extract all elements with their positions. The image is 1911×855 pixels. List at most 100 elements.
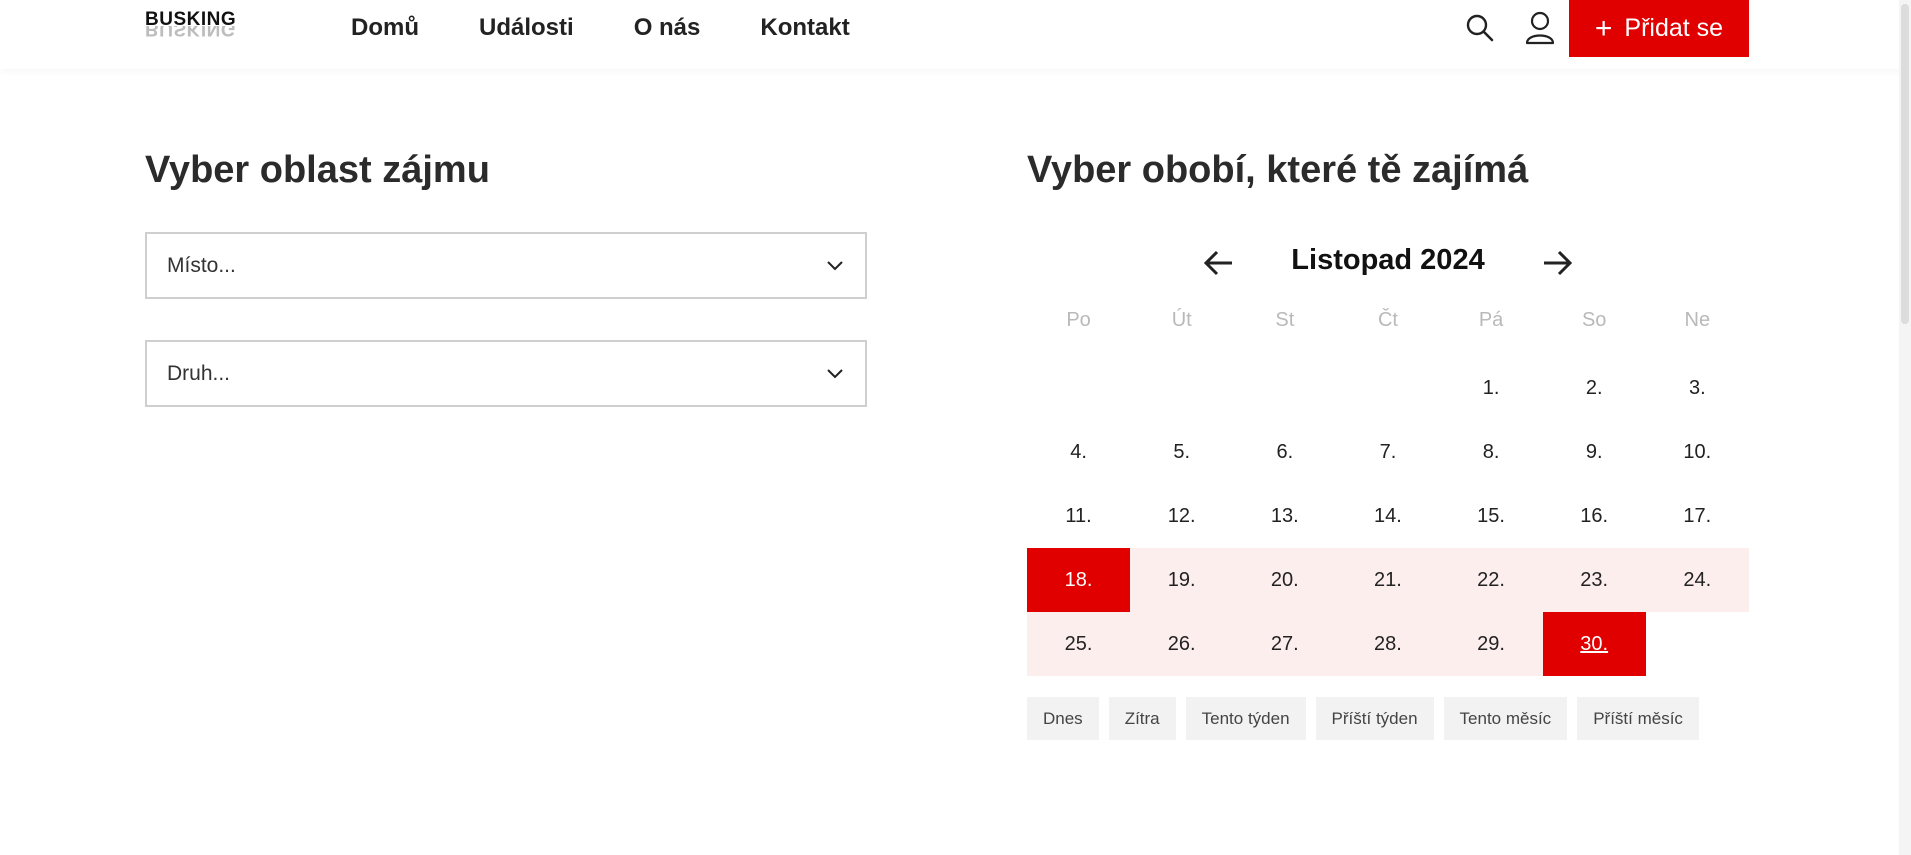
calendar-day[interactable]: 2.: [1543, 356, 1646, 420]
calendar-day[interactable]: 15.: [1440, 484, 1543, 548]
scrollbar[interactable]: [1899, 0, 1911, 855]
calendar-day-label: 8.: [1482, 440, 1500, 463]
weekday-label: Čt: [1377, 309, 1398, 331]
calendar-day-label: 18.: [1064, 568, 1093, 591]
user-icon[interactable]: [1524, 11, 1556, 45]
calendar-day-label: 16.: [1580, 504, 1609, 527]
calendar-day[interactable]: 17.: [1646, 484, 1749, 548]
calendar-week-row: 18. 19. 20. 21. 22. 23. 24.: [1027, 548, 1749, 612]
calendar-day-label: 15.: [1477, 504, 1505, 527]
calendar-month: Listopad 2024: [1291, 244, 1485, 276]
chip-next-month[interactable]: Příští měsíc: [1577, 697, 1699, 740]
calendar-day[interactable]: 1.: [1440, 356, 1543, 420]
calendar-empty-cell: [1336, 356, 1439, 420]
calendar-day-label: 4.: [1070, 440, 1087, 463]
calendar-day[interactable]: 8.: [1440, 420, 1543, 484]
calendar-day[interactable]: 4.: [1027, 420, 1130, 484]
calendar-day[interactable]: 30.: [1542, 612, 1646, 676]
plus-icon: +: [1594, 11, 1613, 45]
nav-item-contact[interactable]: Kontakt: [760, 12, 849, 44]
search-icon[interactable]: [1465, 13, 1495, 43]
site-header: BUSKING BUSKING Domů Události O nás Kont…: [0, 0, 1911, 69]
type-select-value: Druh...: [167, 361, 231, 385]
calendar-day[interactable]: 26.: [1130, 612, 1234, 676]
calendar-day[interactable]: 16.: [1543, 484, 1646, 548]
calendar-day[interactable]: 13.: [1233, 484, 1336, 548]
calendar-title: Vyber obobí, které tě zajímá: [1027, 149, 1529, 191]
calendar-day[interactable]: 28.: [1336, 612, 1440, 676]
calendar-day[interactable]: 11.: [1027, 484, 1130, 548]
calendar-day-label: 3.: [1688, 376, 1706, 399]
main-nav: Domů Události O nás Kontakt: [351, 12, 910, 44]
calendar-day-label: 13.: [1270, 504, 1299, 527]
calendar-day[interactable]: 14.: [1336, 484, 1439, 548]
join-button[interactable]: + Přidat se: [1569, 0, 1749, 57]
calendar-day-label: 7.: [1379, 440, 1397, 463]
calendar-day-label: 5.: [1173, 440, 1191, 463]
chip-this-month[interactable]: Tento měsíc: [1443, 697, 1568, 740]
calendar-day[interactable]: 12.: [1130, 484, 1233, 548]
calendar-day-label: 28.: [1374, 632, 1402, 655]
calendar-day[interactable]: 7.: [1336, 420, 1439, 484]
calendar-week-row: 11. 12. 13. 14. 15. 16. 17.: [1027, 484, 1749, 548]
arrow-right-icon[interactable]: [1540, 246, 1574, 280]
calendar-day-label: 23.: [1580, 568, 1609, 591]
chip-tomorrow[interactable]: Zítra: [1108, 697, 1176, 740]
calendar-day[interactable]: 25.: [1027, 612, 1131, 676]
logo-reflection: BUSKING: [145, 26, 237, 38]
weekday-label: Po: [1066, 309, 1091, 331]
calendar-day-label: 17.: [1683, 504, 1712, 527]
calendar-day[interactable]: 22.: [1439, 548, 1543, 612]
weekday-label: So: [1581, 309, 1607, 331]
arrow-left-icon[interactable]: [1202, 246, 1236, 280]
calendar-day-label: 9.: [1585, 440, 1603, 463]
calendar-day[interactable]: 27.: [1233, 612, 1337, 676]
nav-item-home[interactable]: Domů: [351, 12, 419, 44]
calendar-day-label: 29.: [1477, 632, 1505, 655]
calendar-empty-cell: [1130, 356, 1233, 420]
calendar-day[interactable]: 23.: [1542, 548, 1646, 612]
calendar-day-label: 26.: [1167, 632, 1196, 655]
calendar-day[interactable]: 18.: [1027, 548, 1131, 612]
calendar-day-label: 30.: [1580, 632, 1609, 655]
calendar-day-label: 10.: [1683, 440, 1712, 463]
scrollbar-thumb[interactable]: [1901, 4, 1909, 324]
calendar-day-label: 12.: [1167, 504, 1196, 527]
calendar-day[interactable]: 24.: [1645, 548, 1749, 612]
calendar-empty-cell: [1027, 356, 1130, 420]
logo[interactable]: BUSKING BUSKING: [145, 10, 245, 46]
calendar-grid: 1. 2. 3. 4. 5. 6. 7. 8. 9. 10. 11. 12. 13. 14. 15. 16. 1…: [1027, 356, 1749, 676]
calendar-day[interactable]: 3.: [1646, 356, 1749, 420]
calendar-weekdays: Po Út St Čt Pá So Ne: [1027, 309, 1749, 332]
calendar-week-row: 25. 26. 27. 28. 29. 30.: [1027, 612, 1749, 676]
calendar-day[interactable]: 5.: [1130, 420, 1233, 484]
calendar-day[interactable]: 19.: [1130, 548, 1234, 612]
calendar-day[interactable]: 10.: [1646, 420, 1749, 484]
calendar-day[interactable]: 6.: [1233, 420, 1336, 484]
chip-today[interactable]: Dnes: [1027, 697, 1099, 740]
place-select[interactable]: Místo...: [145, 232, 867, 299]
type-select[interactable]: Druh...: [145, 340, 867, 407]
calendar-day-label: 6.: [1276, 440, 1294, 463]
calendar-header: Listopad 2024: [1027, 240, 1749, 286]
chip-next-week[interactable]: Příští týden: [1315, 697, 1434, 740]
calendar-day-label: 20.: [1270, 568, 1299, 591]
calendar-day[interactable]: 9.: [1543, 420, 1646, 484]
nav-item-events[interactable]: Události: [479, 12, 574, 44]
calendar-day-label: 19.: [1167, 568, 1196, 591]
weekday-label: Út: [1171, 309, 1192, 331]
filters-title: Vyber oblast zájmu: [145, 149, 490, 191]
nav-item-about[interactable]: O nás: [634, 12, 701, 44]
join-button-label: Přidat se: [1624, 14, 1724, 42]
calendar-day-label: 27.: [1270, 632, 1299, 655]
calendar-day[interactable]: 29.: [1439, 612, 1543, 676]
chip-this-week[interactable]: Tento týden: [1185, 697, 1306, 740]
weekday-label: Pá: [1478, 309, 1504, 331]
calendar-day[interactable]: 20.: [1233, 548, 1337, 612]
calendar-day[interactable]: 21.: [1336, 548, 1440, 612]
weekday-label: Ne: [1684, 309, 1711, 331]
calendar-day-label: 2.: [1585, 376, 1603, 399]
calendar-empty-cell: [1233, 356, 1336, 420]
chevron-down-icon: [827, 369, 843, 379]
calendar-day-label: 25.: [1064, 632, 1093, 655]
